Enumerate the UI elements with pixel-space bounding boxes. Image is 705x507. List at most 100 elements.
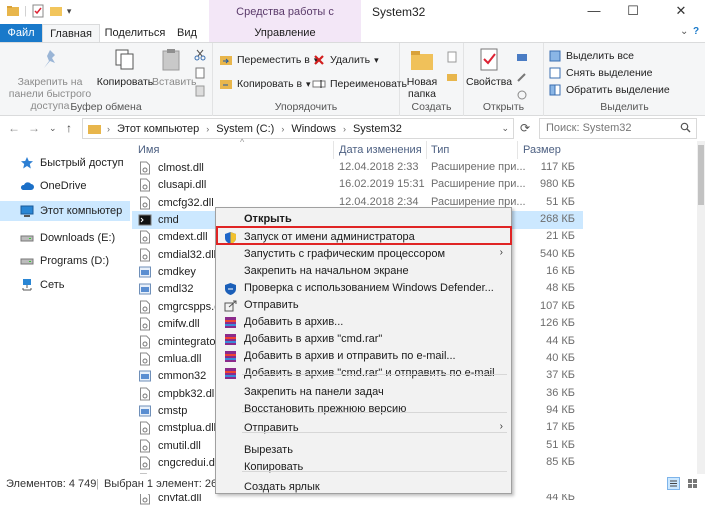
menu-item-label: Запустить с графическим процессором	[244, 248, 446, 260]
menu-item[interactable]: Восстановить прежнюю версию	[218, 401, 509, 418]
menu-item[interactable]: Копировать	[218, 459, 509, 476]
large-icons-view-icon[interactable]	[686, 477, 699, 490]
move-folder-icon	[220, 56, 232, 65]
details-view-icon[interactable]	[667, 477, 680, 490]
breadcrumb-separator: ›	[342, 123, 346, 134]
breadcrumb-windows[interactable]: Windows	[291, 123, 336, 135]
menu-item[interactable]: Добавить в архив и отправить по e-mail..…	[218, 348, 509, 365]
sort-indicator-icon: ^	[240, 137, 245, 147]
menu-item[interactable]: Добавить в архив "cmd.rar"	[218, 331, 509, 348]
menu-item[interactable]: Добавить в архив...	[218, 314, 509, 331]
copy-path-icon[interactable]	[194, 67, 206, 79]
file-size: 44 КБ	[546, 334, 575, 347]
address-row: ← → ⌄ ↑ › Этот компьютер › System (C:) ›…	[0, 117, 705, 140]
nav-quick-access[interactable]: Быстрый доступ	[0, 153, 130, 173]
column-divider[interactable]	[517, 141, 518, 159]
nav-programs-drive[interactable]: Programs (D:)	[0, 251, 130, 271]
menu-item-label: Вырезать	[244, 444, 293, 456]
menu-item[interactable]: Отправить	[218, 297, 509, 314]
nav-this-pc-label: Этот компьютер	[40, 205, 123, 217]
menu-item[interactable]: Закрепить на панели задач	[218, 384, 509, 401]
collapse-ribbon-icon[interactable]: ⌄	[680, 26, 688, 37]
pin-icon	[44, 50, 55, 68]
menu-item[interactable]: Вырезать	[218, 442, 509, 459]
tab-share[interactable]: Поделиться	[104, 24, 166, 42]
nav-onedrive[interactable]: OneDrive	[0, 176, 130, 196]
tab-file[interactable]: Файл	[0, 24, 42, 42]
rename-label: Переименовать	[330, 78, 407, 90]
breadcrumb-this-pc[interactable]: Этот компьютер	[117, 123, 199, 135]
status-item-count: Элементов: 4 749	[6, 478, 97, 490]
new-folder-button[interactable]: Новая папка	[402, 47, 442, 100]
cut-icon[interactable]	[194, 49, 206, 61]
defender-icon	[225, 283, 236, 295]
copy-label: Копировать	[96, 76, 154, 88]
nav-this-pc[interactable]: Этот компьютер	[0, 201, 130, 221]
paste-button[interactable]: Вставить	[152, 47, 197, 88]
forward-icon[interactable]: →	[28, 121, 40, 135]
back-icon[interactable]: ←	[8, 121, 20, 135]
menu-item[interactable]: Запустить с графическим процессором ›	[218, 246, 509, 263]
menu-item[interactable]: Отправить ›	[218, 420, 509, 437]
address-dropdown-icon[interactable]: ⌄	[501, 123, 509, 134]
search-input[interactable]: Поиск: System32	[539, 118, 697, 139]
tab-view[interactable]: Вид	[172, 24, 202, 42]
invert-selection-button[interactable]: Обратить выделение	[548, 83, 670, 97]
file-type: Расширение при...	[431, 178, 526, 191]
invert-selection-label: Обратить выделение	[566, 84, 670, 96]
new-item-icon[interactable]	[446, 51, 458, 63]
column-header-name[interactable]: Имя	[138, 141, 159, 159]
file-size: 51 КБ	[546, 195, 575, 208]
tab-manage[interactable]: Управление	[209, 24, 361, 42]
minimize-button[interactable]: —	[577, 0, 611, 24]
open-icon[interactable]	[516, 51, 528, 63]
menu-separator	[242, 412, 507, 413]
dll-file-icon	[140, 178, 150, 192]
close-button[interactable]: ✕	[664, 0, 698, 24]
properties-button[interactable]: Свойства	[466, 47, 512, 88]
delete-button[interactable]: Удалить ▾	[312, 53, 379, 67]
app-icon	[139, 405, 151, 417]
edit-icon[interactable]	[516, 71, 528, 83]
file-size: 37 КБ	[546, 369, 575, 382]
history-icon[interactable]	[516, 89, 528, 101]
scroll-thumb[interactable]	[698, 145, 704, 205]
new-folder-qat-icon[interactable]	[49, 4, 63, 18]
app-icon	[139, 370, 151, 382]
nav-downloads-drive[interactable]: Downloads (E:)	[0, 228, 130, 248]
copy-button[interactable]: Копировать	[96, 47, 154, 88]
column-divider[interactable]	[333, 141, 334, 159]
nav-downloads-drive-label: Downloads (E:)	[40, 232, 116, 244]
easy-access-icon[interactable]	[446, 71, 458, 83]
move-to-button[interactable]: Переместить в ▾	[219, 53, 318, 67]
properties-qat-icon[interactable]	[31, 4, 45, 18]
rename-button[interactable]: Переименовать	[312, 77, 407, 91]
up-icon[interactable]: ↑	[66, 121, 72, 135]
select-none-button[interactable]: Снять выделение	[548, 66, 652, 80]
breadcrumb-system32[interactable]: System32	[353, 123, 402, 135]
column-divider[interactable]	[426, 141, 427, 159]
new-group: Новая папка Создать	[400, 43, 464, 116]
breadcrumb-drive-c[interactable]: System (C:)	[216, 123, 274, 135]
menu-item[interactable]: Создать ярлык	[218, 479, 509, 496]
column-header-date[interactable]: Дата изменения	[339, 141, 422, 159]
qat-dropdown-icon[interactable]: ▾	[67, 6, 72, 17]
menu-item[interactable]: Закрепить на начальном экране	[218, 263, 509, 280]
file-date: 16.02.2019 15:31	[339, 178, 425, 191]
address-bar[interactable]: › Этот компьютер › System (C:) › Windows…	[82, 118, 514, 139]
select-all-button[interactable]: Выделить все	[548, 49, 634, 63]
tab-home[interactable]: Главная	[42, 24, 100, 42]
nav-network[interactable]: Сеть	[0, 275, 130, 295]
column-header-type[interactable]: Тип	[431, 141, 449, 159]
dropdown-icon: ▾	[374, 54, 379, 65]
copy-icon	[115, 49, 134, 70]
maximize-button[interactable]: ☐	[616, 0, 650, 24]
menu-item[interactable]: Проверка с использованием Windows Defend…	[218, 280, 509, 297]
column-header-size[interactable]: Размер	[523, 141, 561, 159]
refresh-icon[interactable]: ⟳	[520, 121, 530, 135]
recent-locations-icon[interactable]: ⌄	[49, 123, 57, 134]
paste-shortcut-icon[interactable]	[194, 85, 206, 97]
copy-to-button[interactable]: Копировать в ▾	[219, 77, 311, 91]
vertical-scrollbar[interactable]	[697, 141, 705, 474]
help-icon[interactable]: ?	[693, 26, 699, 37]
